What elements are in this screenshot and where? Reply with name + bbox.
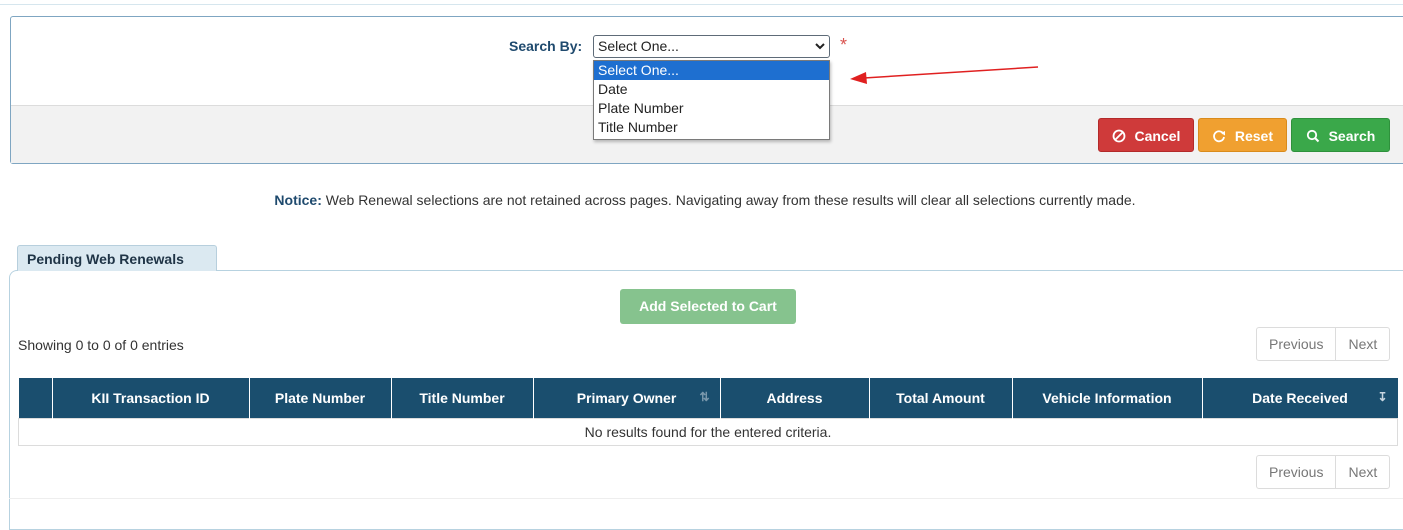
column-header-label: Primary Owner: [576, 390, 677, 406]
cancel-button[interactable]: Cancel: [1098, 118, 1194, 152]
search-by-selected-value: Select One...: [598, 38, 679, 54]
column-header-label: Title Number: [419, 390, 505, 406]
notice-text: Web Renewal selections are not retained …: [321, 192, 1136, 208]
dropdown-option-select-one[interactable]: Select One...: [594, 61, 829, 80]
column-header-label: Plate Number: [274, 390, 366, 406]
previous-page-button[interactable]: Previous: [1257, 328, 1335, 360]
search-button-label: Search: [1328, 128, 1376, 144]
column-header-label: Date Received: [1252, 390, 1348, 406]
search-by-dropdown-list: Select One... Date Plate Number Title Nu…: [593, 60, 830, 140]
search-icon: [1306, 128, 1324, 144]
dropdown-option-plate-number[interactable]: Plate Number: [594, 99, 829, 118]
column-header-label: Address: [766, 390, 823, 406]
reset-button[interactable]: Reset: [1198, 118, 1287, 152]
dropdown-option-date[interactable]: Date: [594, 80, 829, 99]
search-by-label: Search By:: [509, 38, 583, 54]
column-header-vehicle-information[interactable]: Vehicle Information: [1012, 378, 1203, 419]
results-table: KII Transaction ID Plate Number Title Nu…: [18, 378, 1398, 446]
column-header-primary-owner[interactable]: Primary Owner ⇅: [533, 378, 721, 419]
search-by-select[interactable]: Select One...: [593, 35, 830, 58]
column-header-title-number[interactable]: Title Number: [391, 378, 534, 419]
column-header-select[interactable]: [18, 378, 53, 419]
results-bottom-divider: [9, 498, 1403, 499]
red-arrow-annotation-icon: [850, 66, 1039, 84]
search-button[interactable]: Search: [1291, 118, 1390, 152]
pagination-bottom: Previous Next: [1256, 455, 1391, 489]
next-page-button[interactable]: Next: [1335, 456, 1389, 488]
entries-count: Showing 0 to 0 of 0 entries: [18, 337, 184, 353]
column-header-label: KII Transaction ID: [91, 390, 210, 406]
notice-message: Notice: Web Renewal selections are not r…: [0, 192, 1403, 208]
previous-page-button[interactable]: Previous: [1257, 456, 1335, 488]
add-selected-to-cart-button[interactable]: Add Selected to Cart: [620, 289, 796, 324]
dropdown-option-title-number[interactable]: Title Number: [594, 118, 829, 137]
notice-label: Notice:: [274, 192, 322, 208]
column-header-transaction-id[interactable]: KII Transaction ID: [52, 378, 250, 419]
column-header-address[interactable]: Address: [720, 378, 870, 419]
cancel-button-label: Cancel: [1134, 128, 1181, 144]
sort-icon: ⇅: [699, 390, 710, 404]
cancel-circle-icon: [1112, 128, 1130, 144]
column-header-total-amount[interactable]: Total Amount: [869, 378, 1013, 419]
column-header-label: Total Amount: [896, 390, 985, 406]
column-header-date-received[interactable]: Date Received ↧: [1202, 378, 1398, 419]
table-row: No results found for the entered criteri…: [18, 418, 1398, 446]
required-asterisk: *: [840, 35, 848, 55]
column-header-plate-number[interactable]: Plate Number: [249, 378, 392, 419]
next-page-button[interactable]: Next: [1335, 328, 1389, 360]
top-divider: [0, 4, 1403, 5]
reset-button-label: Reset: [1234, 128, 1274, 144]
table-header-row: KII Transaction ID Plate Number Title Nu…: [18, 378, 1398, 419]
tab-pending-web-renewals[interactable]: Pending Web Renewals: [17, 245, 217, 271]
sort-descending-icon: ↧: [1377, 390, 1388, 404]
refresh-icon: [1212, 128, 1230, 144]
column-header-label: Vehicle Information: [1042, 390, 1172, 406]
empty-results-message: No results found for the entered criteri…: [18, 418, 1398, 446]
pagination-top: Previous Next: [1256, 327, 1391, 361]
